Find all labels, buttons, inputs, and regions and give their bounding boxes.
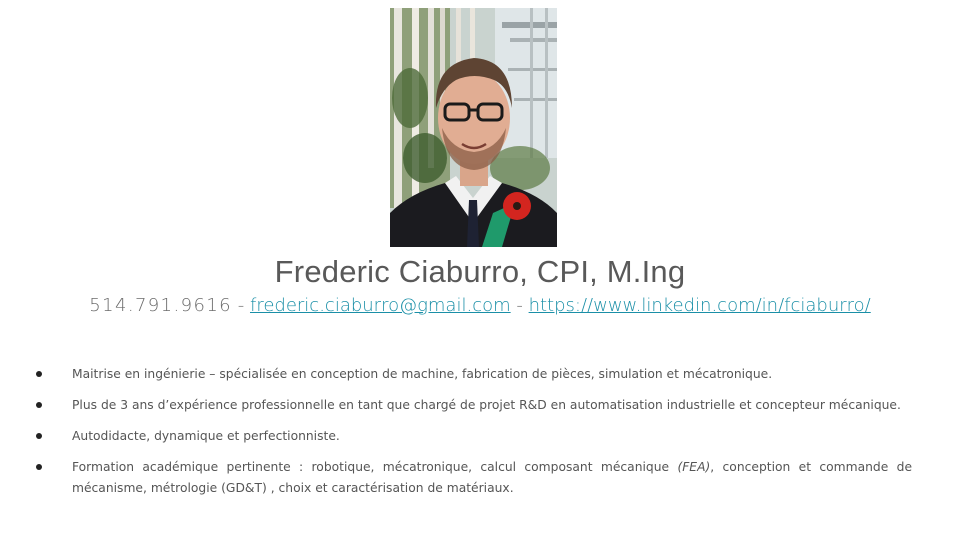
- bullet-icon: [36, 371, 42, 377]
- qualifications-list: Maitrise en ingénierie – spécialisée en …: [34, 364, 912, 509]
- list-item: Maitrise en ingénierie – spécialisée en …: [34, 364, 912, 385]
- list-item-text: Maitrise en ingénierie – spécialisée en …: [72, 367, 773, 381]
- list-item-text: Autodidacte, dynamique et perfectionnist…: [72, 429, 340, 443]
- separator: -: [232, 295, 250, 316]
- list-item: Formation académique pertinente : roboti…: [34, 457, 912, 499]
- list-item: Plus de 3 ans d’expérience professionnel…: [34, 395, 912, 416]
- phone-number: 514.791.9616: [89, 295, 233, 316]
- bullet-icon: [36, 402, 42, 408]
- list-item-text: Formation académique pertinente : roboti…: [72, 460, 678, 474]
- list-item-emphasis: (FEA): [677, 460, 711, 474]
- contact-line: 514.791.9616 - frederic.ciaburro@gmail.c…: [0, 295, 960, 316]
- person-name: Frederic Ciaburro, CPI, M.Ing: [274, 254, 686, 289]
- list-item-text: Plus de 3 ans d’expérience professionnel…: [72, 398, 901, 412]
- bullet-icon: [36, 433, 42, 439]
- bullet-icon: [36, 464, 42, 470]
- list-item: Autodidacte, dynamique et perfectionnist…: [34, 426, 912, 447]
- profile-photo: [390, 8, 557, 247]
- linkedin-link[interactable]: https://www.linkedin.com/in/fciaburro/: [529, 295, 871, 316]
- separator: -: [510, 295, 529, 316]
- email-link[interactable]: frederic.ciaburro@gmail.com: [250, 295, 511, 316]
- portrait-icon: [390, 8, 557, 247]
